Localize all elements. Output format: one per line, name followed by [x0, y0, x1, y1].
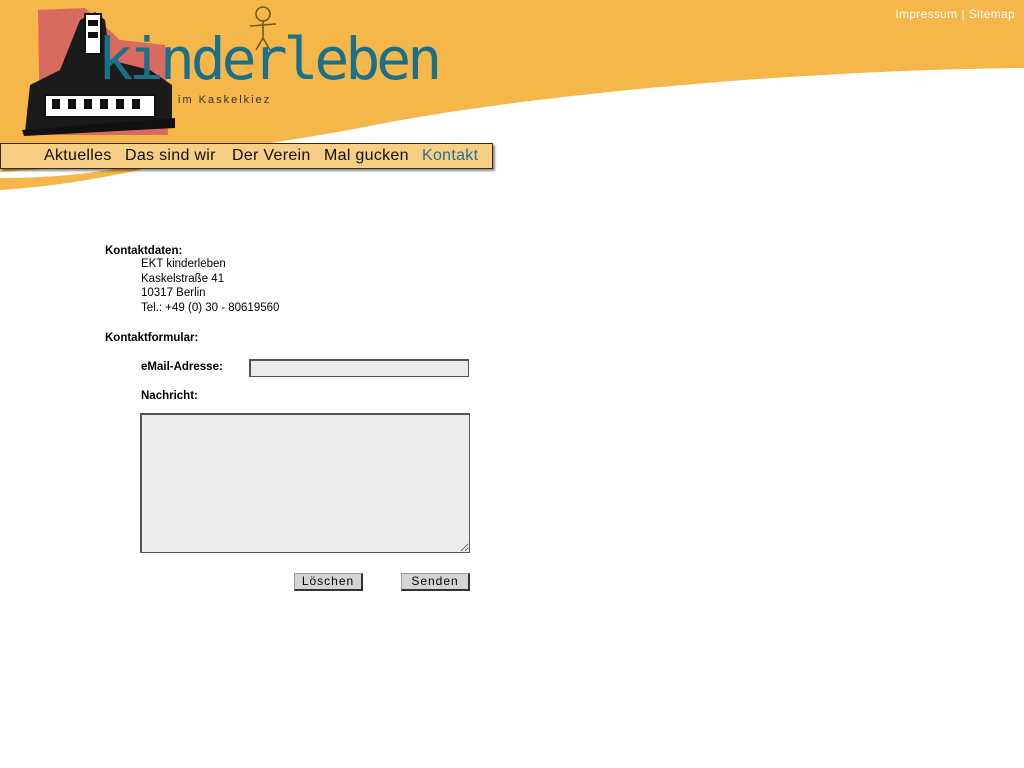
form-heading: Kontaktformular:: [105, 332, 199, 344]
nav-item-das-sind-wir[interactable]: Das sind wir: [125, 147, 216, 165]
send-button[interactable]: Senden: [401, 573, 470, 591]
top-links-separator: |: [961, 7, 965, 21]
contact-line: Tel.: +49 (0) 30 - 80619560: [141, 301, 280, 314]
message-label: Nachricht:: [141, 390, 198, 402]
sitemap-link[interactable]: Sitemap: [969, 7, 1015, 21]
nav-item-aktuelles[interactable]: Aktuelles: [44, 147, 112, 165]
top-links: Impressum | Sitemap: [895, 7, 1015, 21]
nav-item-kontakt[interactable]: Kontakt: [422, 147, 478, 165]
clear-button[interactable]: Löschen: [294, 573, 363, 591]
nav-item-der-verein[interactable]: Der Verein: [232, 147, 311, 165]
main-nav: Aktuelles Das sind wir Der Verein Mal gu…: [0, 143, 493, 169]
contact-heading: Kontaktdaten:: [105, 245, 183, 257]
contact-section: Kontaktdaten: EKT kinderleben Kaskelstra…: [105, 245, 279, 315]
site-header: kinderleben im Kaskelkiez Impressum | Site…: [0, 0, 1024, 200]
email-field[interactable]: [249, 359, 469, 377]
email-label: eMail-Adresse:: [141, 361, 223, 373]
logo-title: kinderleben: [98, 25, 442, 93]
contact-line: Kaskelstraße 41: [141, 272, 225, 285]
message-textarea[interactable]: [140, 413, 470, 553]
contact-line: EKT kinderleben: [141, 258, 226, 270]
impressum-link[interactable]: Impressum: [895, 7, 957, 21]
contact-line: 10317 Berlin: [141, 287, 206, 299]
contact-address: EKT kinderleben Kaskelstraße 41 10317 Be…: [141, 257, 279, 315]
nav-item-mal-gucken[interactable]: Mal gucken: [324, 147, 409, 165]
logo-subtitle: im Kaskelkiez: [178, 94, 272, 106]
